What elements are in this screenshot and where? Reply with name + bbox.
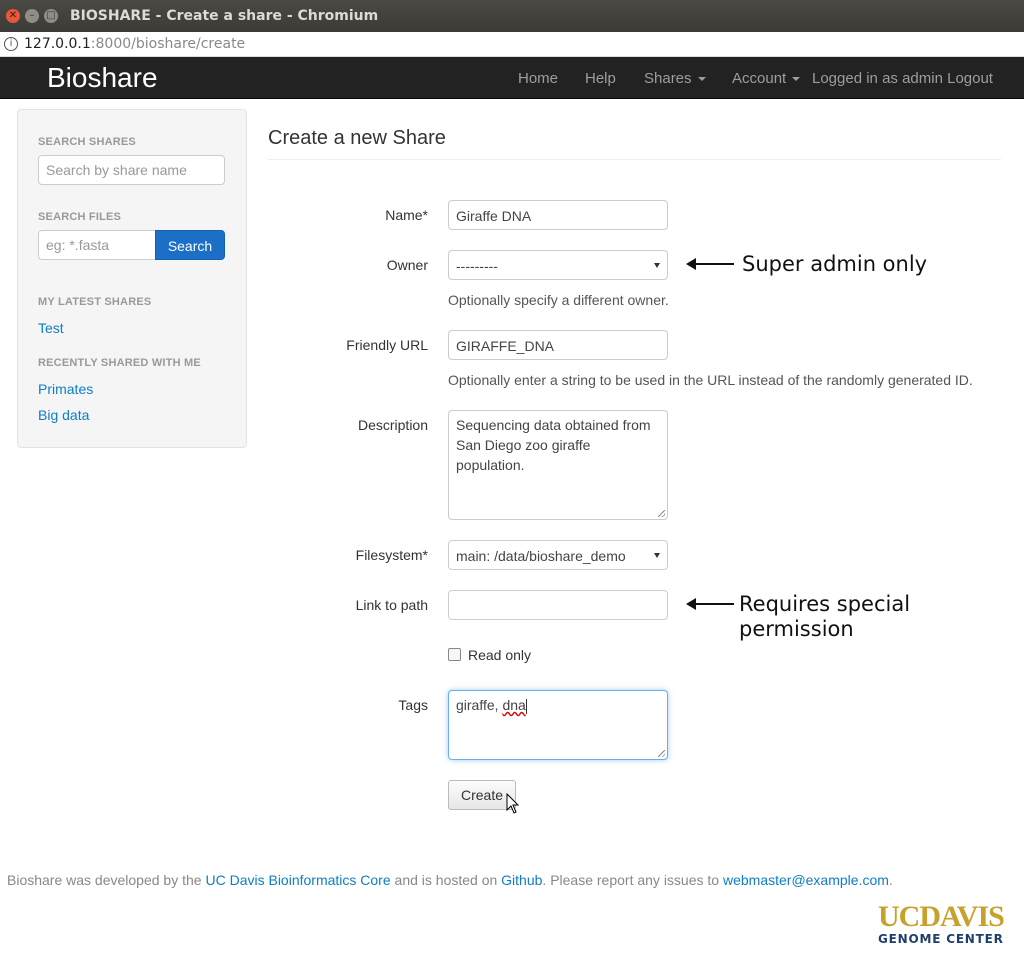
title-divider <box>268 159 1001 160</box>
latest-shares-heading: MY LATEST SHARES <box>38 296 152 308</box>
annotation-link-line1: Requires special <box>739 592 911 616</box>
mouse-pointer-icon <box>506 793 520 814</box>
top-navbar: Bioshare Home Help Shares Account Logged… <box>0 57 1024 99</box>
window-title: BIOSHARE - Create a share - Chromium <box>70 8 379 24</box>
github-link[interactable]: Github <box>501 872 542 888</box>
footer-text-part: . <box>888 872 893 888</box>
resize-grip-icon[interactable] <box>658 510 665 517</box>
nav-logout[interactable]: Logged in as admin Logout <box>812 70 993 87</box>
link-to-path-label: Link to path <box>355 597 428 613</box>
tags-label: Tags <box>398 697 428 713</box>
window-titlebar: ✕ – □ BIOSHARE - Create a share - Chromi… <box>0 0 1024 32</box>
search-files-heading: SEARCH FILES <box>38 211 122 223</box>
search-shares-input[interactable]: Search by share name <box>38 155 225 185</box>
owner-help-text: Optionally specify a different owner. <box>448 292 669 308</box>
nav-help[interactable]: Help <box>585 70 616 87</box>
window-close-icon[interactable]: ✕ <box>6 9 20 23</box>
read-only-label[interactable]: Read only <box>468 647 531 663</box>
annotation-owner: Super admin only <box>742 252 928 276</box>
brand-logo[interactable]: Bioshare <box>47 61 158 95</box>
search-shares-heading: SEARCH SHARES <box>38 136 136 148</box>
window-minimize-icon[interactable]: – <box>25 9 39 23</box>
description-label: Description <box>357 417 428 433</box>
description-textarea[interactable]: Sequencing data obtained from San Diego … <box>448 410 668 520</box>
friendly-url-input[interactable]: GIRAFFE_DNA <box>448 330 668 360</box>
tags-text-misspelled: dna <box>502 697 526 713</box>
caret-down-icon <box>697 77 706 82</box>
ucdavis-genome-center-logo: UCDAVIS GENOME CENTER <box>878 900 1014 947</box>
sidebar: SEARCH SHARES Search by share name SEARC… <box>17 109 247 448</box>
recent-share-link[interactable]: Primates <box>38 381 93 397</box>
webmaster-email-link[interactable]: webmaster@example.com <box>723 872 889 888</box>
nav-shares-label: Shares <box>644 70 692 87</box>
url-host: 127.0.0.1 <box>24 36 91 52</box>
name-input[interactable]: Giraffe DNA <box>448 200 668 230</box>
recently-shared-heading: RECENTLY SHARED WITH ME <box>38 357 201 369</box>
link-to-path-input[interactable] <box>448 590 668 620</box>
url-text[interactable]: 127.0.0.1:8000/bioshare/create <box>24 36 245 52</box>
footer-text-part: and is hosted on <box>390 872 502 888</box>
text-caret <box>525 698 527 714</box>
latest-share-link[interactable]: Test <box>38 320 64 336</box>
tags-text: giraffe, <box>456 697 503 713</box>
footer-text: Bioshare was developed by the UC Davis B… <box>7 872 893 888</box>
window-maximize-icon[interactable]: □ <box>44 9 58 23</box>
resize-grip-icon[interactable] <box>658 750 665 757</box>
arrow-left-icon <box>686 598 734 610</box>
owner-label: Owner <box>386 257 428 273</box>
annotation-link-line2: permission <box>739 617 854 641</box>
address-bar[interactable]: i 127.0.0.1:8000/bioshare/create <box>0 32 1024 57</box>
read-only-checkbox[interactable] <box>448 648 461 661</box>
footer-text-part: Bioshare was developed by the <box>7 872 206 888</box>
arrow-left-icon <box>686 258 734 270</box>
nav-account[interactable]: Account <box>732 70 801 87</box>
tags-textarea[interactable]: giraffe, dna <box>448 690 668 760</box>
filesystem-label: Filesystem* <box>355 547 428 563</box>
friendly-url-label: Friendly URL <box>346 337 428 353</box>
name-label: Name* <box>385 207 428 223</box>
search-files-button[interactable]: Search <box>155 230 225 260</box>
logo-line2: GENOME CENTER <box>878 932 1004 946</box>
recent-share-link[interactable]: Big data <box>38 407 89 423</box>
caret-down-icon <box>792 77 801 82</box>
filesystem-select[interactable]: main: /data/bioshare_demo <box>448 540 668 570</box>
logo-line1: UCDAVIS <box>878 900 1005 933</box>
url-path: :8000/bioshare/create <box>90 36 246 52</box>
footer-text-part: . Please report any issues to <box>542 872 723 888</box>
friendly-url-help-text: Optionally enter a string to be used in … <box>448 372 973 388</box>
description-text: Sequencing data obtained from San Diego … <box>456 417 651 473</box>
info-icon[interactable]: i <box>4 37 18 51</box>
bioinformatics-core-link[interactable]: UC Davis Bioinformatics Core <box>205 872 390 888</box>
page-title: Create a new Share <box>268 127 446 149</box>
nav-shares[interactable]: Shares <box>644 70 706 87</box>
nav-account-label: Account <box>732 70 787 87</box>
owner-select[interactable]: --------- <box>448 250 668 280</box>
search-files-input[interactable]: eg: *.fasta <box>38 230 156 260</box>
nav-home[interactable]: Home <box>518 70 558 87</box>
